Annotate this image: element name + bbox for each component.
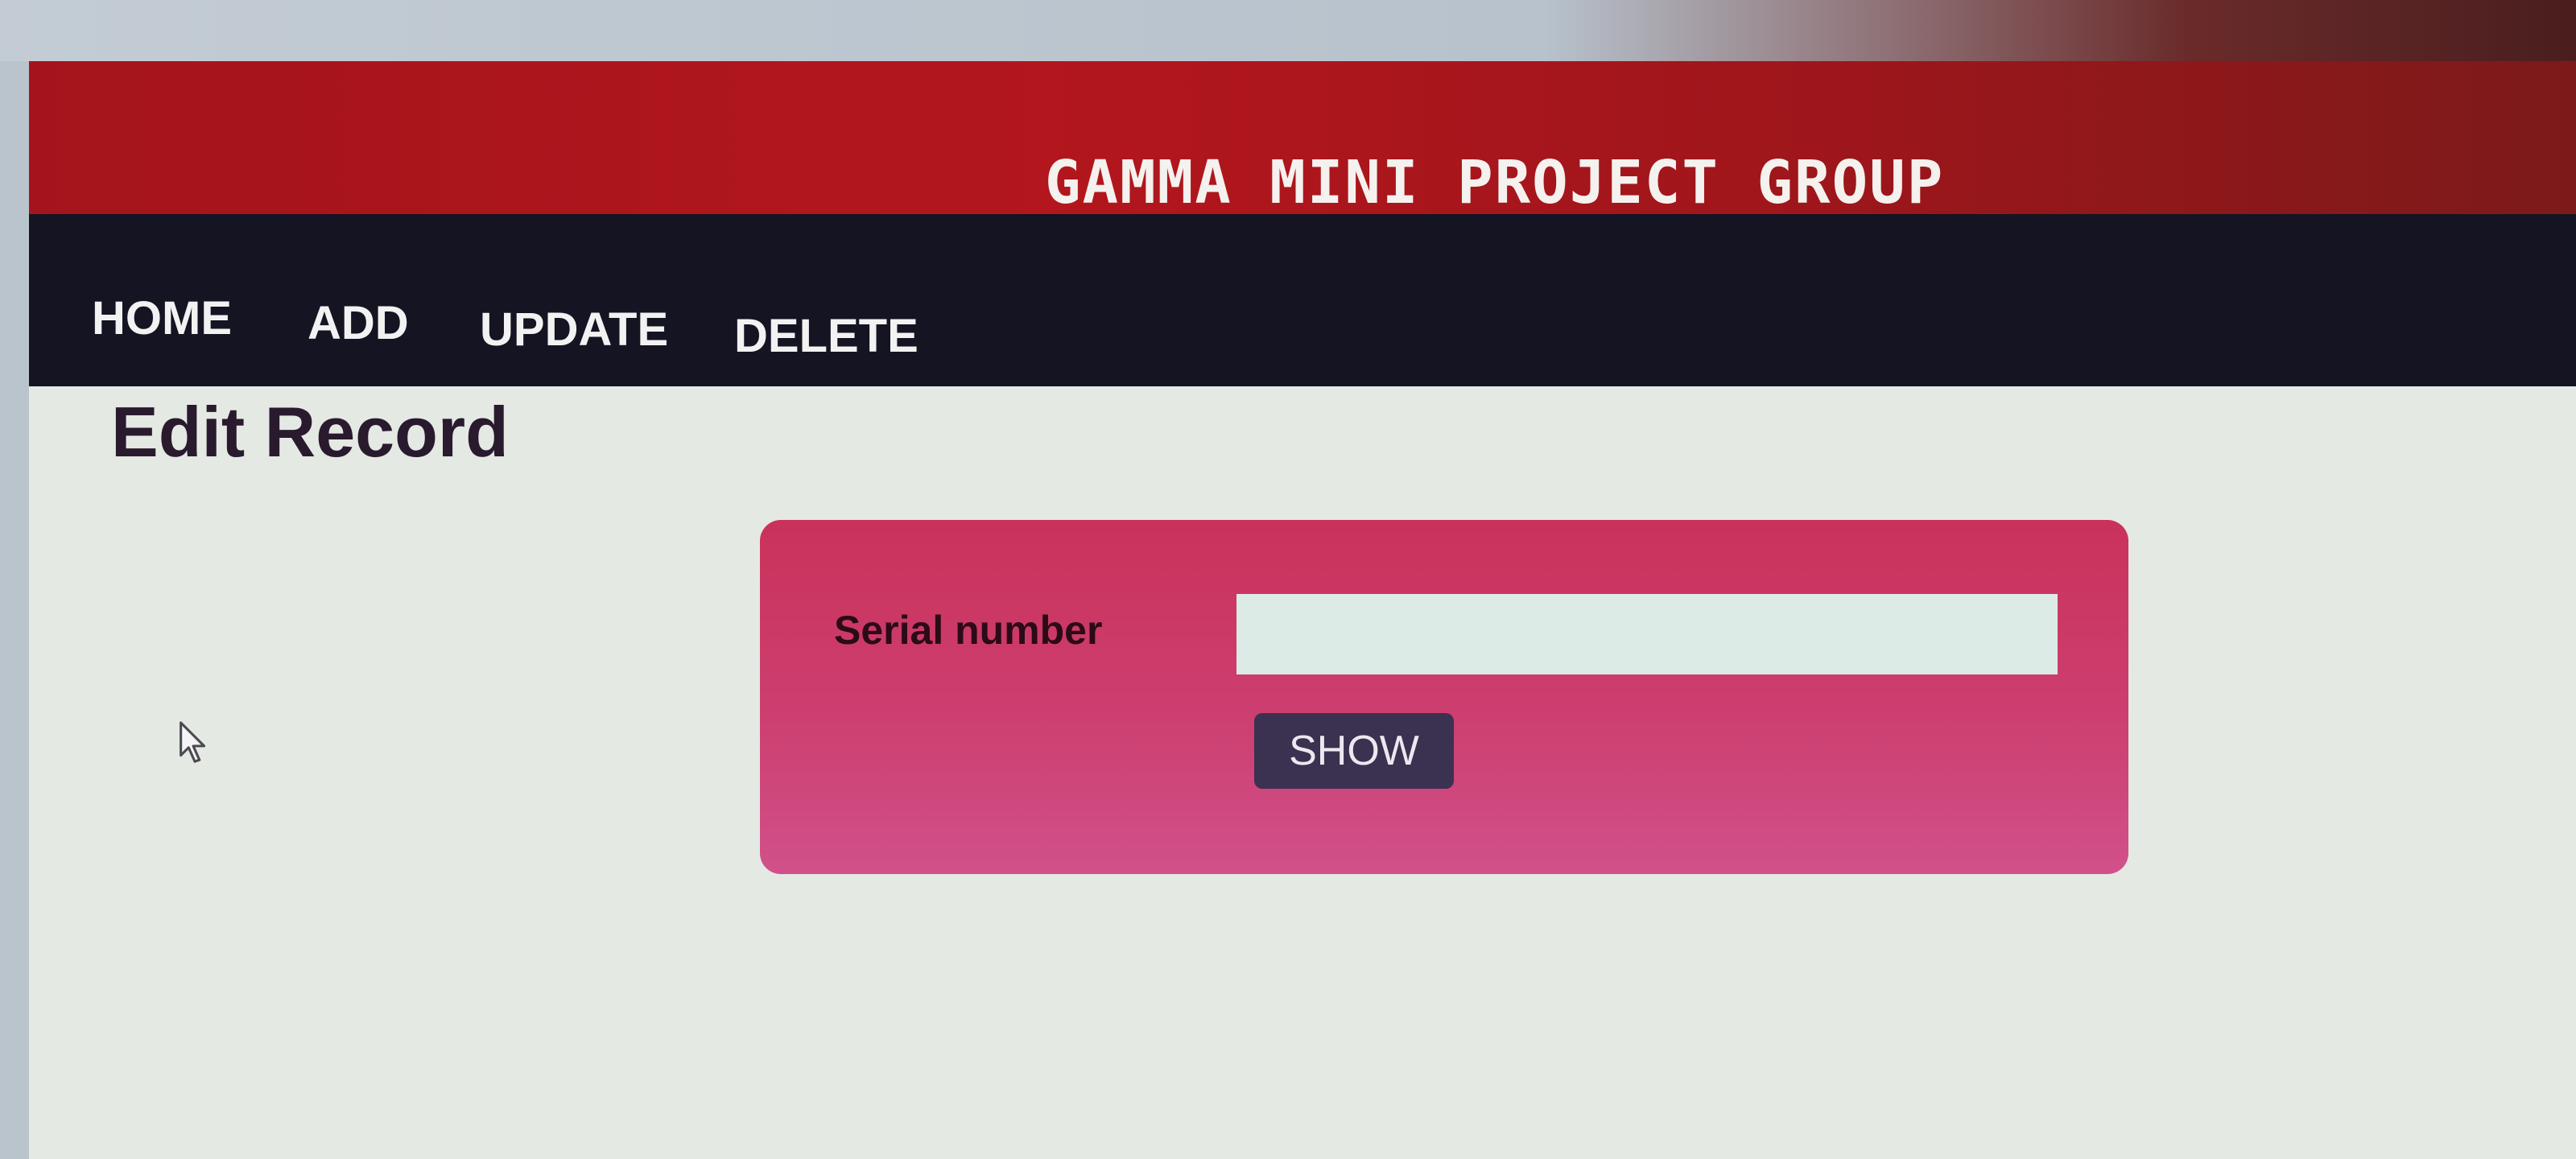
edit-record-form: Serial number SHOW (760, 520, 2128, 874)
browser-viewport: GAMMA MINI PROJECT GROUP HOME ADD UPDATE… (29, 61, 2576, 1159)
show-button[interactable]: SHOW (1254, 713, 1454, 789)
main-navigation: HOME ADD UPDATE DELETE (29, 214, 2576, 386)
site-header: GAMMA MINI PROJECT GROUP (29, 61, 2576, 217)
serial-number-label: Serial number (834, 608, 1103, 653)
nav-item-home[interactable]: HOME (92, 291, 232, 345)
desktop-background (0, 0, 2576, 61)
serial-number-input[interactable] (1236, 594, 2058, 674)
mouse-pointer-icon (180, 721, 206, 763)
nav-item-delete[interactable]: DELETE (734, 309, 919, 363)
nav-item-update[interactable]: UPDATE (480, 303, 668, 357)
nav-item-add[interactable]: ADD (308, 296, 409, 350)
page-title: Edit Record (111, 392, 509, 472)
site-title: GAMMA MINI PROJECT GROUP (1045, 148, 1945, 217)
